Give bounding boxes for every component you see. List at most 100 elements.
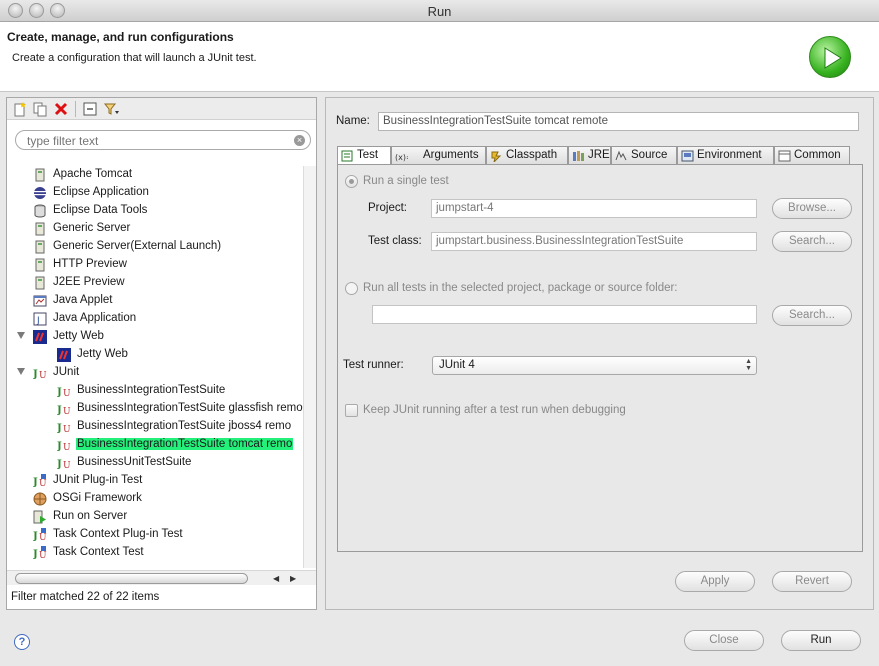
tab-source[interactable]: Source — [611, 146, 677, 165]
svg-text:U: U — [39, 479, 47, 488]
all-tests-radio[interactable] — [345, 282, 358, 295]
window-title: Run — [427, 4, 452, 19]
scroll-right-arrow-icon[interactable]: ▶ — [290, 574, 296, 583]
browse-button[interactable]: Browse... — [772, 198, 852, 219]
svg-text:J: J — [57, 387, 62, 398]
search-container-button[interactable]: Search... — [772, 305, 852, 326]
junit-icon: JU — [57, 387, 71, 398]
junit-icon: JU — [33, 369, 47, 380]
tree-vertical-scrollbar[interactable] — [303, 166, 316, 568]
jetty-icon — [33, 330, 47, 344]
junit-icon: JU — [57, 441, 71, 452]
server-icon — [35, 240, 45, 254]
junit-icon: JU — [57, 405, 71, 416]
run-button[interactable]: Run — [781, 630, 861, 651]
keep-junit-running-label: Keep JUnit running after a test run when… — [363, 404, 626, 416]
filter-input-wrapper: × — [15, 130, 311, 150]
test-tab-icon — [341, 150, 353, 162]
horizontal-scroll-thumb[interactable] — [15, 573, 248, 584]
tree-horizontal-scrollbar[interactable]: ◀ ▶ — [7, 570, 316, 585]
test-tab-content: Run a single test Project: jumpstart-4 B… — [337, 164, 863, 552]
delete-config-icon[interactable] — [53, 101, 69, 117]
svg-text:U: U — [39, 371, 47, 380]
scroll-left-arrow-icon[interactable]: ◀ — [273, 574, 279, 583]
single-test-radio[interactable] — [345, 175, 358, 188]
revert-button[interactable]: Revert — [772, 571, 852, 592]
jre-icon — [573, 151, 584, 161]
new-config-icon[interactable] — [12, 101, 28, 117]
single-test-label: Run a single test — [363, 175, 449, 187]
applet-icon — [33, 295, 47, 307]
junit-icon: JU — [57, 459, 71, 470]
run-server-icon — [33, 510, 46, 524]
name-field[interactable]: BusinessIntegrationTestSuite tomcat remo… — [378, 112, 859, 131]
apply-button[interactable]: Apply — [675, 571, 755, 592]
header-description: Create a configuration that will launch … — [12, 52, 257, 64]
classpath-icon — [491, 151, 502, 162]
svg-text:U: U — [63, 389, 71, 398]
configuration-editor: Name: BusinessIntegrationTestSuite tomca… — [325, 97, 874, 610]
select-arrows-icon: ▲ ▼ — [745, 358, 752, 372]
project-label: Project: — [368, 202, 407, 214]
svg-text:U: U — [63, 407, 71, 416]
svg-text:U: U — [63, 425, 71, 434]
svg-text:U: U — [39, 551, 47, 560]
svg-text:J: J — [36, 316, 40, 326]
test-class-label: Test class: — [368, 235, 422, 247]
filter-input[interactable] — [27, 133, 287, 148]
junit-plugin-icon: JU — [33, 528, 47, 542]
expand-junit-toggle[interactable] — [17, 368, 25, 375]
dialog-header: Create, manage, and run configurations C… — [0, 22, 879, 92]
test-class-field[interactable]: jumpstart.business.BusinessIntegrationTe… — [431, 232, 757, 251]
server-icon — [35, 222, 45, 236]
database-icon — [34, 204, 46, 218]
svg-text:U: U — [63, 461, 71, 470]
svg-text:J: J — [57, 459, 62, 470]
arguments-icon: (x)= — [395, 153, 408, 162]
environment-icon — [681, 150, 694, 162]
title-bar: Run — [0, 0, 879, 22]
svg-text:J: J — [33, 531, 38, 542]
svg-text:(x)=: (x)= — [395, 153, 408, 162]
osgi-icon — [33, 492, 47, 506]
run-icon — [809, 36, 851, 78]
filter-configs-icon[interactable] — [103, 101, 119, 117]
test-runner-value: JUnit 4 — [439, 359, 475, 371]
junit-icon: JU — [57, 423, 71, 434]
expand-jetty-web-toggle[interactable] — [17, 332, 25, 339]
svg-text:J: J — [33, 477, 38, 488]
tab-common[interactable]: Common — [774, 146, 850, 165]
project-field[interactable]: jumpstart-4 — [431, 199, 757, 218]
junit-plugin-icon: JU — [33, 474, 47, 488]
source-icon — [615, 150, 627, 161]
collapse-all-icon[interactable] — [82, 101, 98, 117]
clear-filter-icon[interactable]: × — [294, 135, 305, 146]
svg-text:J: J — [33, 549, 38, 560]
test-runner-label: Test runner: — [343, 359, 404, 371]
tab-classpath[interactable]: Classpath — [486, 146, 568, 165]
java-app-icon: J — [33, 312, 47, 326]
help-icon[interactable]: ? — [14, 634, 30, 650]
jetty-icon — [57, 348, 71, 362]
svg-text:J: J — [33, 369, 38, 380]
search-test-class-button[interactable]: Search... — [772, 231, 852, 252]
svg-text:U: U — [63, 443, 71, 452]
svg-text:J: J — [57, 405, 62, 416]
filter-status: Filter matched 22 of 22 items — [11, 591, 160, 603]
svg-text:J: J — [57, 423, 62, 434]
header-title: Create, manage, and run configurations — [7, 30, 234, 44]
svg-text:U: U — [39, 533, 47, 542]
close-button[interactable]: Close — [684, 630, 764, 651]
tab-jre[interactable]: JRE — [568, 146, 611, 165]
toolbar-divider — [75, 101, 76, 117]
test-runner-select[interactable]: JUnit 4 ▲ ▼ — [432, 356, 757, 375]
all-tests-field[interactable] — [372, 305, 757, 324]
common-icon — [778, 150, 791, 162]
tab-arguments[interactable]: (x)= Arguments — [391, 146, 486, 165]
duplicate-config-icon[interactable] — [32, 101, 48, 117]
server-icon — [35, 168, 45, 182]
keep-junit-running-checkbox[interactable] — [345, 404, 358, 417]
tab-environment[interactable]: Environment — [677, 146, 774, 165]
tab-test[interactable]: Test — [337, 146, 391, 166]
eclipse-icon — [34, 187, 46, 199]
